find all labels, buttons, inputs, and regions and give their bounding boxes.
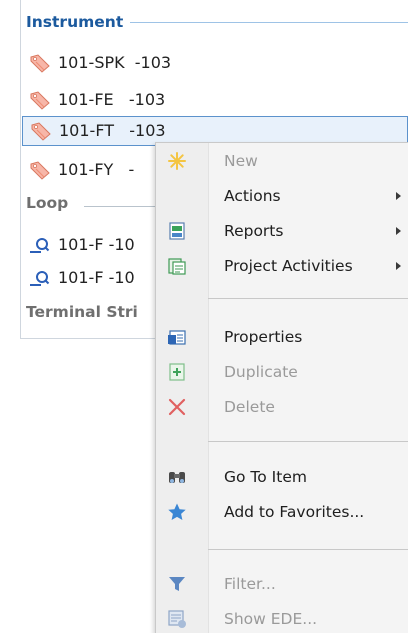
duplicate-icon [169,363,185,381]
instrument-tag-icon [30,91,50,110]
submenu-arrow-icon [396,192,401,200]
menu-item-label: Actions [224,187,281,205]
menu-item-duplicate[interactable]: Duplicate [156,356,408,388]
favorites-star-icon [168,503,186,520]
instrument-tag-icon [31,122,51,141]
menu-item-label: Reports [224,222,284,240]
tree-item-instrument[interactable]: 101-SPK -103 [24,48,408,78]
menu-item-label: Add to Favorites... [224,503,365,521]
menu-item-project-activities[interactable]: Project Activities [156,250,408,282]
menu-item-label: Delete [224,398,275,416]
menu-separator [208,549,408,550]
tree-item-label: 101-FE -103 [58,90,166,109]
application-window: Instrument 101-SPK -103 101-FE -103 101-… [0,0,408,633]
submenu-arrow-icon [396,262,401,270]
show-ede-icon [168,610,186,628]
instrument-tag-icon [30,161,50,180]
tree-item-label: 101-FT -103 [59,121,166,140]
menu-item-reports[interactable]: Reports [156,215,408,247]
context-menu: New Actions Reports Project Activities P… [155,142,408,633]
tree-item-label: 101-F -10 [58,268,135,287]
menu-item-filter[interactable]: Filter... [156,568,408,600]
menu-item-label: Filter... [224,575,276,593]
menu-item-actions[interactable]: Actions [156,180,408,212]
tree-panel-left-border [20,0,21,339]
menu-item-properties[interactable]: Properties [156,321,408,353]
reports-icon [169,222,185,240]
instrument-tag-icon [30,54,50,73]
menu-separator [208,298,408,299]
menu-item-label: Project Activities [224,257,353,275]
group-header-instrument[interactable]: Instrument [26,7,123,37]
menu-item-delete[interactable]: Delete [156,391,408,423]
loop-icon [30,271,50,286]
menu-item-add-to-favorites[interactable]: Add to Favorites... [156,496,408,528]
menu-separator [208,441,408,442]
delete-x-icon [168,398,186,416]
tree-item-label: 101-F -10 [58,235,135,254]
menu-item-label: New [224,152,258,170]
menu-item-label: Duplicate [224,363,298,381]
menu-item-label: Properties [224,328,303,346]
submenu-arrow-icon [396,227,401,235]
menu-item-label: Show EDE... [224,610,318,628]
group-divider-instrument [130,22,408,23]
menu-item-label: Go To Item [224,468,307,486]
menu-item-new[interactable]: New [156,145,408,177]
tree-item-instrument[interactable]: 101-FE -103 [24,85,408,115]
binoculars-icon [169,472,185,483]
properties-icon [168,330,186,345]
filter-funnel-icon [169,577,185,591]
tree-item-label: 101-SPK -103 [58,53,172,72]
new-star-icon [168,152,186,170]
project-activities-icon [168,258,186,275]
menu-item-go-to-item[interactable]: Go To Item [156,461,408,493]
menu-item-show-ede[interactable]: Show EDE... [156,603,408,633]
group-header-terminal-strip[interactable]: Terminal Stri [26,297,138,327]
tree-item-label: 101-FY - [58,160,135,179]
group-header-loop[interactable]: Loop [26,188,68,218]
group-divider-loop [84,206,156,207]
loop-icon [30,238,50,253]
